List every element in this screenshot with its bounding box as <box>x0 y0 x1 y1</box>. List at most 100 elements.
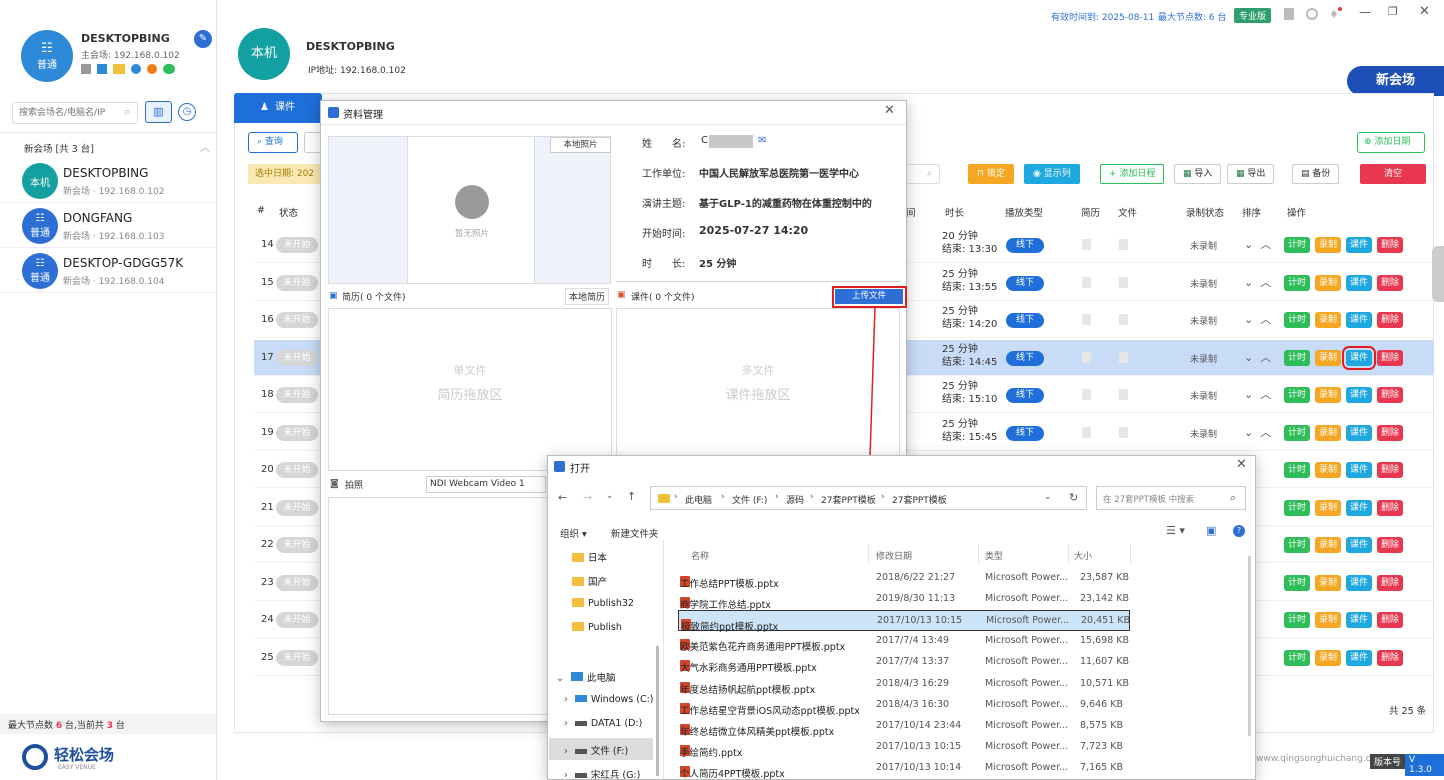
resume-file-icon[interactable] <box>1082 351 1091 363</box>
delete-button[interactable]: 删除 <box>1377 387 1404 403</box>
edit-icon[interactable]: ✎ <box>194 30 212 48</box>
file-row[interactable]: 大气水彩商务通用PPT模板.pptx 2017/7/4 13:37 Microsof… <box>548 652 1255 674</box>
upload-file-button[interactable]: 上传文件 <box>835 289 903 304</box>
file-row[interactable]: 极致简约ppt模板.pptx 2017/10/13 10:15 Microsoft … <box>678 610 1130 633</box>
course-file-icon[interactable] <box>1119 426 1128 438</box>
courseware-button[interactable]: 课件 <box>1346 499 1373 516</box>
close-icon[interactable]: ✕ <box>1236 457 1247 472</box>
move-up-icon[interactable]: ︿ <box>1260 388 1271 401</box>
resume-file-icon[interactable] <box>1082 276 1091 288</box>
record-button[interactable]: 录制 <box>1315 649 1342 666</box>
preview-pane-icon[interactable]: ▣ <box>1206 524 1216 537</box>
file-row[interactable]: 年终总结微立体风精美ppt模板.pptx 2017/10/14 23:44 Micr… <box>548 716 1255 738</box>
add-schedule-button[interactable]: + 添加日程 <box>1100 164 1165 184</box>
new-folder-button[interactable]: 新建文件夹 <box>611 526 659 540</box>
path-segment[interactable]: 27套PPT模板 <box>892 493 947 506</box>
resume-file-icon[interactable] <box>1082 314 1091 325</box>
chevron-down-icon[interactable]: ⌄ <box>1044 492 1052 502</box>
record-button[interactable]: 录制 <box>1315 349 1342 366</box>
resume-file-icon[interactable] <box>1082 239 1091 250</box>
courseware-button[interactable]: 课件 <box>1346 574 1373 591</box>
timer-button[interactable]: 计时 <box>1284 574 1311 591</box>
timer-button[interactable]: 计时 <box>1284 312 1311 328</box>
delete-button[interactable]: 删除 <box>1377 237 1404 253</box>
delete-button[interactable]: 删除 <box>1377 612 1404 628</box>
course-file-icon[interactable] <box>1119 389 1128 400</box>
timer-button[interactable]: 计时 <box>1284 537 1311 553</box>
history-icon[interactable]: ⌄ <box>606 491 614 501</box>
move-down-icon[interactable]: ⌄ <box>1244 426 1253 439</box>
record-button[interactable]: 录制 <box>1315 424 1342 441</box>
record-button[interactable]: 录制 <box>1315 274 1342 291</box>
record-button[interactable]: 录制 <box>1315 537 1342 553</box>
play-type-badge[interactable]: 线下 <box>1006 388 1044 403</box>
play-type-badge[interactable]: 线下 <box>1006 275 1044 291</box>
timer-button[interactable]: 计时 <box>1284 424 1311 441</box>
timer-button[interactable]: 计时 <box>1284 274 1311 291</box>
device-item[interactable]: 本机 DESKTOPBING 新会场 · 192.168.0.102 <box>0 159 216 203</box>
new-venue-button[interactable]: 新会场 <box>1347 66 1444 96</box>
col-name[interactable]: 名称 <box>691 549 709 562</box>
move-up-icon[interactable]: ︿ <box>1260 426 1271 439</box>
courseware-button[interactable]: 课件 <box>1346 537 1373 553</box>
courseware-button[interactable]: 课件 <box>1346 612 1373 628</box>
delete-button[interactable]: 删除 <box>1377 537 1404 553</box>
courseware-button[interactable]: 课件 <box>1342 345 1377 370</box>
doc-icon[interactable] <box>1284 8 1294 20</box>
minimize-icon[interactable]: — <box>1359 5 1371 19</box>
move-down-icon[interactable]: ⌄ <box>1244 388 1253 401</box>
courseware-button[interactable]: 课件 <box>1346 649 1373 666</box>
collapse-icon[interactable]: ︿ <box>200 139 210 154</box>
path-segment[interactable]: 27套PPT模板 <box>821 493 876 506</box>
table-search-input[interactable]: ⌕ <box>906 164 940 184</box>
timer-button[interactable]: 计时 <box>1284 387 1311 403</box>
folder-icon[interactable] <box>113 64 125 74</box>
record-button[interactable]: 录制 <box>1315 312 1342 328</box>
restore-icon[interactable]: ❐ <box>1388 5 1398 18</box>
path-segment[interactable]: 此电脑 <box>685 493 712 506</box>
move-down-icon[interactable]: ⌄ <box>1244 276 1253 289</box>
move-up-icon[interactable]: ︿ <box>1260 351 1271 364</box>
device-search-input[interactable] <box>12 102 138 124</box>
move-up-icon[interactable]: ︿ <box>1260 276 1271 289</box>
courseware-button[interactable]: 课件 <box>1346 237 1373 253</box>
refresh-icon[interactable]: ↻ <box>1069 491 1078 504</box>
timer-button[interactable]: 计时 <box>1284 649 1311 666</box>
delete-button[interactable]: 删除 <box>1377 349 1404 366</box>
device-item[interactable]: ☷ 普通 DESKTOP-GDGG57K 新会场 · 192.168.0.104 <box>0 249 216 293</box>
file-row[interactable]: 个人简历4PPT模板.pptx 2017/10/13 10:14 Microsoft… <box>548 758 1255 779</box>
delete-button[interactable]: 删除 <box>1377 462 1404 478</box>
up-icon[interactable]: ↑ <box>627 490 636 503</box>
search-icon[interactable]: ⌕ <box>124 105 130 119</box>
forward-icon[interactable]: → <box>583 491 592 504</box>
record-button[interactable]: 录制 <box>1315 574 1342 591</box>
timer-button[interactable]: 计时 <box>1284 462 1311 478</box>
course-file-icon[interactable] <box>1119 351 1128 363</box>
record-button[interactable]: 录制 <box>1315 462 1342 478</box>
file-row[interactable]: 工作总结PPT模板.pptx 2018/6/22 21:27 Microsoft P… <box>548 568 1255 590</box>
delete-button[interactable]: 删除 <box>1377 649 1404 666</box>
device-item[interactable]: ☷ 普通 DONGFANG 新会场 · 192.168.0.103 <box>0 204 216 248</box>
play-type-badge[interactable]: 线下 <box>1006 425 1044 441</box>
address-bar[interactable]: › 此电脑 › 文件 (F:) › 源码 › 27套PPT模板 › 27套PPT… <box>650 486 1087 510</box>
courseware-button[interactable]: 课件 <box>1346 424 1373 441</box>
play-type-badge[interactable]: 线下 <box>1006 238 1044 253</box>
local-resume-button[interactable]: 本地简历 <box>565 288 610 305</box>
course-file-icon[interactable] <box>1119 239 1128 250</box>
edit-name-icon[interactable]: ✉ <box>758 135 766 146</box>
delete-button[interactable]: 删除 <box>1377 499 1404 516</box>
record-button[interactable]: 录制 <box>1315 612 1342 628</box>
tree-item[interactable]: 日本 <box>572 550 607 564</box>
mute-icon[interactable] <box>81 64 91 74</box>
col-size[interactable]: 大小 <box>1074 549 1092 562</box>
clear-button[interactable]: 清空 <box>1360 164 1426 184</box>
delete-button[interactable]: 删除 <box>1377 312 1404 328</box>
import-button[interactable]: ▦ 导入 <box>1174 164 1222 184</box>
view-menu-icon[interactable]: ☰ ▾ <box>1166 524 1185 537</box>
play-type-badge[interactable]: 线下 <box>1006 313 1044 328</box>
side-handle[interactable] <box>1432 246 1444 302</box>
col-date[interactable]: 修改日期 <box>876 549 912 562</box>
play-type-badge[interactable]: 线下 <box>1006 350 1044 366</box>
course-file-icon[interactable] <box>1119 314 1128 325</box>
resume-file-icon[interactable] <box>1082 426 1091 438</box>
